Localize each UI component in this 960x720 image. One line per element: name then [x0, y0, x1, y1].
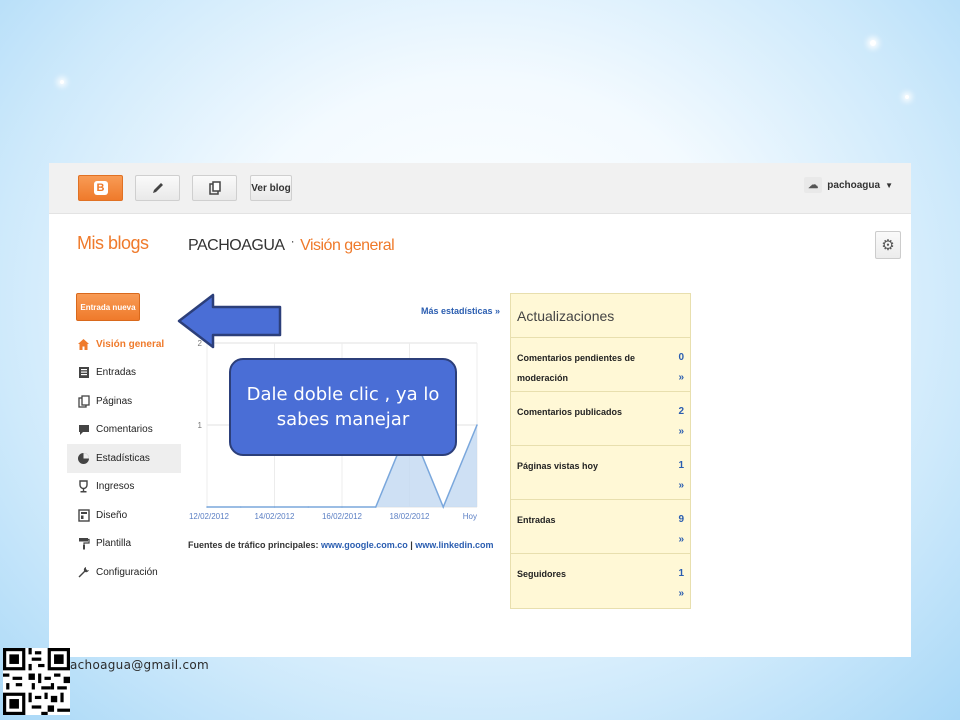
updates-row-count[interactable]: 2 — [678, 402, 684, 422]
sidebar-item-template[interactable]: Plantilla — [67, 530, 181, 559]
sidebar-item-stats[interactable]: Estadísticas — [67, 444, 181, 473]
wrench-icon — [77, 566, 90, 579]
updates-row-more-link[interactable]: » — [678, 584, 684, 604]
breadcrumb: PACHOAGUA · Visión general — [188, 234, 395, 255]
traffic-sources: Fuentes de tráfico principales: www.goog… — [188, 540, 493, 550]
chart-x-tick-label: 16/02/2012 — [322, 512, 363, 521]
chart-x-tick-label: Hoy — [463, 512, 477, 521]
chart-x-tick-label: 12/02/2012 — [189, 512, 230, 521]
blogger-dashboard-screenshot: B Ver blog ☁ pachoagua ▼ Mis blogs PACHO… — [49, 163, 911, 657]
sidebar-item-label: Diseño — [96, 509, 128, 521]
chart-point — [206, 506, 208, 508]
chart-point — [273, 506, 276, 508]
pencil-icon — [152, 183, 163, 193]
my-blogs-link[interactable]: Mis blogs — [77, 233, 149, 254]
updates-title: Actualizaciones — [511, 294, 690, 338]
instruction-callout: Dale doble clic , ya lo sabes manejar — [229, 358, 457, 456]
chart-x-tick-label: 18/02/2012 — [389, 512, 430, 521]
updates-row-label: Entradas — [517, 515, 556, 525]
updates-row: Comentarios publicados 2 » — [511, 392, 690, 446]
pages-icon — [77, 395, 90, 408]
sidebar-item-earnings[interactable]: Ingresos — [67, 473, 181, 502]
chart-y-tick-label: 1 — [198, 421, 203, 430]
updates-row: Páginas vistas hoy 1 » — [511, 446, 690, 500]
sidebar-item-label: Plantilla — [96, 538, 132, 550]
sidebar-item-settings[interactable]: Configuración — [67, 558, 181, 587]
qr-code-icon — [3, 648, 70, 715]
updates-row-count[interactable]: 1 — [678, 564, 684, 584]
traffic-source-link[interactable]: www.google.com.co — [321, 540, 408, 550]
caret-down-icon: ▼ — [885, 180, 893, 190]
home-icon — [77, 338, 90, 351]
sparkle — [60, 80, 64, 84]
stats-pie-icon — [77, 452, 90, 465]
updates-row-more-link[interactable]: » — [678, 530, 684, 550]
top-bar: B Ver blog ☁ pachoagua ▼ — [49, 163, 911, 214]
sidebar-item-label: Comentarios — [96, 424, 153, 436]
sidebar-item-posts[interactable]: Entradas — [67, 359, 181, 388]
traffic-sources-label: Fuentes de tráfico principales: — [188, 540, 319, 550]
contact-email: achoagua@gmail.com — [70, 658, 209, 672]
sidebar-item-label: Estadísticas — [96, 452, 150, 464]
avatar-icon: ☁ — [804, 177, 823, 193]
sidebar-item-label: Visión general — [96, 338, 165, 350]
view-blog-button[interactable]: Ver blog — [250, 175, 292, 201]
updates-row-more-link[interactable]: » — [678, 422, 684, 442]
updates-row: Entradas 9 » — [511, 500, 690, 554]
updates-row: Seguidores 1 » — [511, 554, 690, 608]
chart-x-tick-label: 14/02/2012 — [254, 512, 295, 521]
blog-name[interactable]: PACHOAGUA — [188, 237, 285, 254]
sidebar-item-label: Páginas — [96, 395, 133, 407]
more-stats-link[interactable]: Más estadísticas » — [421, 306, 500, 316]
traffic-source-link[interactable]: www.linkedin.com — [415, 540, 493, 550]
updates-row-label: Comentarios publicados — [517, 407, 623, 417]
sidebar-item-label: Entradas — [96, 367, 137, 379]
posts-icon — [77, 366, 90, 379]
comments-icon — [77, 423, 90, 436]
layout-icon — [77, 509, 90, 522]
gear-icon: ⚙ — [881, 237, 895, 254]
sidebar-nav: Visión general Entradas Páginas Comentar… — [67, 330, 181, 587]
updates-row: Comentarios pendientes de moderación 0 » — [511, 338, 690, 392]
pages-button[interactable] — [192, 175, 237, 201]
user-menu[interactable]: ☁ pachoagua ▼ — [804, 177, 893, 193]
updates-row-more-link[interactable]: » — [678, 476, 684, 496]
updates-panel: Actualizaciones Comentarios pendientes d… — [510, 293, 691, 609]
updates-row-label: Comentarios pendientes de moderación — [517, 353, 636, 383]
sidebar-item-label: Configuración — [96, 566, 158, 578]
chart-point — [374, 506, 377, 508]
chart-point — [239, 506, 242, 508]
paint-roller-icon — [77, 537, 90, 550]
sidebar-item-comments[interactable]: Comentarios — [67, 416, 181, 445]
traffic-separator: | — [410, 540, 413, 550]
chart-point — [341, 506, 343, 508]
updates-row-label: Páginas vistas hoy — [517, 461, 599, 471]
chart-point — [307, 506, 310, 508]
sidebar-item-layout[interactable]: Diseño — [67, 501, 181, 530]
chart-point — [442, 506, 445, 508]
breadcrumb-separator: · — [290, 234, 295, 248]
pages-icon — [208, 181, 221, 195]
view-blog-label: Ver blog — [251, 182, 291, 194]
sidebar-item-overview[interactable]: Visión general — [67, 330, 181, 359]
trophy-icon — [77, 480, 90, 493]
username: pachoagua — [827, 179, 881, 191]
blogger-icon: B — [93, 181, 108, 195]
updates-row-label: Seguidores — [517, 569, 567, 579]
updates-row-count[interactable]: 1 — [678, 456, 684, 476]
sidebar-item-pages[interactable]: Páginas — [67, 387, 181, 416]
sidebar-item-label: Ingresos — [96, 481, 135, 493]
arrow-left-icon — [177, 293, 282, 349]
page-title: Visión general — [300, 237, 395, 254]
blogger-home-button[interactable]: B — [78, 175, 123, 201]
updates-row-count[interactable]: 0 — [678, 348, 684, 368]
chart-point — [476, 424, 478, 426]
settings-gear-button[interactable]: ⚙ — [875, 231, 901, 259]
updates-row-more-link[interactable]: » — [678, 368, 684, 388]
sparkle — [870, 40, 876, 46]
new-post-pencil-button[interactable] — [135, 175, 180, 201]
new-post-button[interactable]: Entrada nueva — [76, 293, 140, 321]
sparkle — [905, 95, 909, 99]
updates-row-count[interactable]: 9 — [678, 510, 684, 530]
